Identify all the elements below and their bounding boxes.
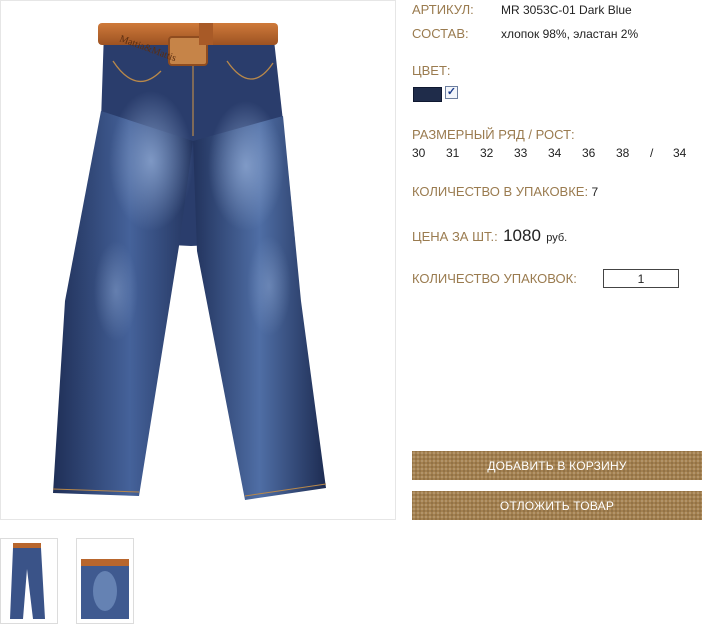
size-item: 36	[582, 146, 596, 160]
price-value: 1080	[503, 226, 541, 245]
size-item: 30	[412, 146, 426, 160]
composition-value: хлопок 98%, эластан 2%	[501, 27, 639, 41]
size-separator: /	[650, 146, 654, 160]
thumbnail-front[interactable]	[0, 538, 58, 624]
pack-quantity-label: КОЛИЧЕСТВО В УПАКОВКЕ:	[412, 184, 589, 199]
save-item-button[interactable]: ОТЛОЖИТЬ ТОВАР	[412, 491, 702, 520]
thumbnail-detail[interactable]	[76, 538, 134, 624]
article-row: АРТИКУЛ: MR 3053C-01 Dark Blue	[412, 2, 711, 17]
price-row: ЦЕНА ЗА ШТ.: 1080 руб.	[412, 226, 567, 246]
sizes-label: РАЗМЕРНЫЙ РЯД / РОСТ:	[412, 127, 575, 142]
size-item: 33	[514, 146, 528, 160]
size-item: 32	[480, 146, 494, 160]
packs-count-label: КОЛИЧЕСТВО УПАКОВОК:	[412, 271, 577, 286]
size-item: 38	[616, 146, 630, 160]
thumbnail-front-illustration	[10, 543, 45, 619]
thumbnail-detail-illustration	[81, 559, 129, 619]
add-to-cart-button[interactable]: ДОБАВИТЬ В КОРЗИНУ	[412, 451, 702, 480]
size-item: 31	[446, 146, 460, 160]
article-label: АРТИКУЛ:	[412, 2, 474, 17]
price-label: ЦЕНА ЗА ШТ.:	[412, 229, 498, 244]
pack-quantity-value: 7	[591, 185, 599, 199]
packs-count-input[interactable]	[603, 269, 679, 288]
pack-quantity-row: КОЛИЧЕСТВО В УПАКОВКЕ: 7	[412, 184, 598, 199]
main-product-image[interactable]: Mattia&Mattis	[0, 0, 396, 520]
size-list: 30 31 32 33 34 36 38 / 34	[412, 146, 702, 160]
color-swatch-dark-blue[interactable]	[413, 87, 442, 102]
price-currency: руб.	[546, 232, 568, 244]
composition-label: СОСТАВ:	[412, 26, 469, 41]
color-label: ЦВЕТ:	[412, 63, 451, 78]
composition-row: СОСТАВ: хлопок 98%, эластан 2%	[412, 26, 711, 41]
color-checkbox[interactable]: ✓	[445, 86, 458, 99]
article-value: MR 3053C-01 Dark Blue	[501, 3, 632, 17]
jeans-illustration: Mattia&Mattis	[52, 23, 327, 500]
size-item: 34	[548, 146, 562, 160]
height-item: 34	[673, 146, 687, 160]
